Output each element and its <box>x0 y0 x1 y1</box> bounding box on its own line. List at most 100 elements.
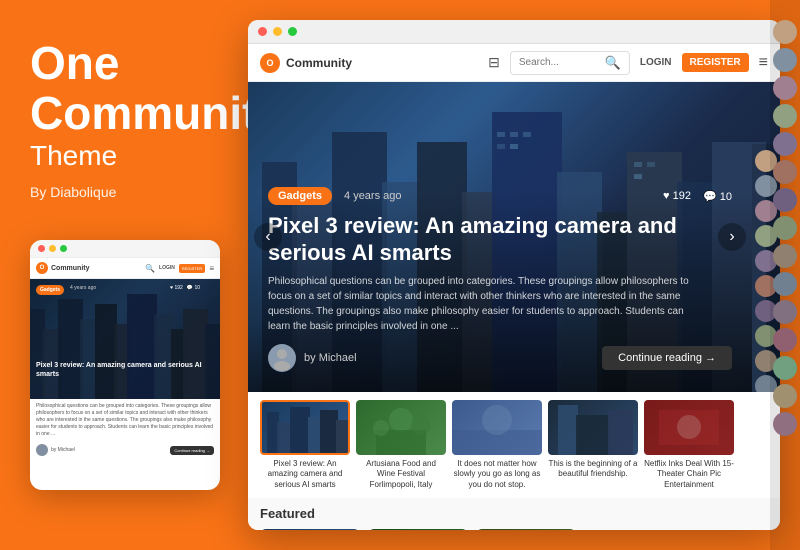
browser-dot-yellow <box>273 27 282 36</box>
browser-featured-section: Featured <box>248 498 780 530</box>
browser-logo-circle: O <box>260 53 280 73</box>
hero-author-avatar <box>268 344 296 372</box>
thumbnail-img-0 <box>260 400 350 455</box>
browser-search-icon[interactable]: 🔍 <box>605 55 621 71</box>
featured-card-1[interactable] <box>368 529 468 530</box>
hero-meta: Gadgets 4 years ago ♥ 192 💬 10 <box>268 187 732 205</box>
hero-author: by Michael <box>268 344 357 372</box>
phone-hero-overlay <box>30 279 220 399</box>
thumbnail-item-2[interactable]: It does not matter how slowly you go as … <box>452 400 542 490</box>
featured-card-2[interactable] <box>476 529 576 530</box>
hero-tag: Gadgets <box>268 187 332 205</box>
phone-search-icon[interactable]: 🔍 <box>145 264 155 273</box>
page-sidebar-avatar-7 <box>773 188 797 212</box>
hero-likes: ♥ 192 <box>663 190 691 202</box>
phone-author-name: by Michael <box>51 447 75 453</box>
page-sidebar-avatar-8 <box>773 216 797 240</box>
browser-search-box: 🔍 <box>510 51 630 75</box>
thumbnail-title-0: Pixel 3 review: An amazing camera and se… <box>260 459 350 490</box>
phone-author-info: by Michael <box>36 444 75 456</box>
page-sidebar-avatar-10 <box>773 272 797 296</box>
thumbnail-title-4: Netflix Inks Deal With 15-Theater Chain … <box>644 459 734 490</box>
thumbnail-item-0[interactable]: Pixel 3 review: An amazing camera and se… <box>260 400 350 490</box>
page-right-sidebar <box>770 0 800 550</box>
hero-continue-button[interactable]: Continue reading → <box>602 346 732 370</box>
thumbnail-item-4[interactable]: Netflix Inks Deal With 15-Theater Chain … <box>644 400 734 490</box>
hero-content: Gadgets 4 years ago ♥ 192 💬 10 Pixel 3 r… <box>248 187 752 392</box>
phone-hero-time: 4 years ago <box>70 285 96 291</box>
page-sidebar-avatar-12 <box>773 328 797 352</box>
browser-login-button[interactable]: LOGIN <box>640 57 672 68</box>
phone-register-button[interactable]: REGISTER <box>179 264 205 273</box>
hero-title: Pixel 3 review: An amazing camera and se… <box>268 213 698 266</box>
thumbnail-img-2 <box>452 400 542 455</box>
phone-nav-right: 🔍 LOGIN REGISTER ≡ <box>145 264 214 273</box>
phone-likes-count: ♥ 192 <box>170 285 183 291</box>
phone-author-row: by Michael Continue reading → <box>30 442 220 460</box>
phone-hero-title: Pixel 3 review: An amazing camera and se… <box>36 361 214 379</box>
featured-title: Featured <box>260 506 768 521</box>
phone-hero-stats: ♥ 192 💬 10 <box>170 285 200 291</box>
page-sidebar-avatar-9 <box>773 244 797 268</box>
thumbnail-img-3 <box>548 400 638 455</box>
page-sidebar-avatar-15 <box>773 412 797 436</box>
browser-dot-green <box>288 27 297 36</box>
browser-nav: O Community ⊟ 🔍 LOGIN REGISTER ≡ <box>248 44 780 82</box>
hero-comments: 💬 10 <box>703 190 732 203</box>
hero-time: 4 years ago <box>344 190 401 202</box>
phone-excerpt: Philosophical questions can be grouped i… <box>30 399 220 442</box>
browser-menu-icon[interactable]: ≡ <box>759 54 768 72</box>
browser-titlebar <box>248 20 780 44</box>
phone-site-name: Community <box>51 265 90 272</box>
hero-author-row: by Michael Continue reading → <box>268 344 732 372</box>
phone-dot-green <box>60 245 67 252</box>
thumbnail-title-1: Artusiana Food and Wine Festival Forlimp… <box>356 459 446 490</box>
browser-dot-red <box>258 27 267 36</box>
phone-titlebar <box>30 240 220 258</box>
thumbnail-title-2: It does not matter how slowly you go as … <box>452 459 542 490</box>
hero-next-arrow[interactable]: › <box>718 223 746 251</box>
browser-list-icon[interactable]: ⊟ <box>488 54 500 71</box>
phone-nav: O Community 🔍 LOGIN REGISTER ≡ <box>30 258 220 279</box>
thumbnail-img-1 <box>356 400 446 455</box>
featured-card-0[interactable] <box>260 529 360 530</box>
page-sidebar-avatar-6 <box>773 160 797 184</box>
phone-menu-icon[interactable]: ≡ <box>209 264 214 273</box>
phone-logo: O Community <box>36 262 90 274</box>
page-sidebar-avatar-5 <box>773 132 797 156</box>
hero-stats: ♥ 192 💬 10 <box>663 190 732 203</box>
page-sidebar-avatar-3 <box>773 76 797 100</box>
phone-dot-red <box>38 245 45 252</box>
left-panel: One Communit.. Theme By Diabolique O Com… <box>0 0 230 550</box>
page-sidebar-avatar-14 <box>773 384 797 408</box>
brand-title-line2: Communit.. <box>30 90 283 136</box>
thumbnail-title-3: This is the beginning of a beautiful fri… <box>548 459 638 480</box>
page-sidebar-avatar-11 <box>773 300 797 324</box>
thumbnail-item-1[interactable]: Artusiana Food and Wine Festival Forlimp… <box>356 400 446 490</box>
phone-author-avatar <box>36 444 48 456</box>
thumbnail-img-4 <box>644 400 734 455</box>
phone-continue-link[interactable]: Continue reading → <box>170 446 214 455</box>
browser-hero: Gadgets 4 years ago ♥ 192 💬 10 Pixel 3 r… <box>248 82 780 392</box>
thumbnail-item-3[interactable]: This is the beginning of a beautiful fri… <box>548 400 638 490</box>
phone-logo-icon: O <box>36 262 48 274</box>
brand-subtitle: Theme <box>30 140 117 172</box>
phone-mockup: O Community 🔍 LOGIN REGISTER ≡ <box>30 240 220 490</box>
page-sidebar-avatar-2 <box>773 48 797 72</box>
browser-site-name: Community <box>286 56 352 70</box>
page-sidebar-avatar-13 <box>773 356 797 380</box>
browser-thumbnails-row: Pixel 3 review: An amazing camera and se… <box>248 392 780 498</box>
browser-search-input[interactable] <box>519 57 599 68</box>
browser-register-button[interactable]: REGISTER <box>682 53 749 72</box>
browser-logo-area: O Community <box>260 53 352 73</box>
hero-excerpt: Philosophical questions can be grouped i… <box>268 274 708 334</box>
phone-comments-count: 💬 10 <box>187 285 200 291</box>
browser-mockup: O Community ⊟ 🔍 LOGIN REGISTER ≡ <box>248 20 780 530</box>
hero-author-label: by Michael <box>304 352 357 364</box>
brand-by: By Diabolique <box>30 184 116 200</box>
phone-dot-yellow <box>49 245 56 252</box>
page-sidebar-avatar-1 <box>773 20 797 44</box>
hero-prev-arrow[interactable]: ‹ <box>254 223 282 251</box>
phone-login-button[interactable]: LOGIN <box>159 265 175 271</box>
page-sidebar-avatar-4 <box>773 104 797 128</box>
